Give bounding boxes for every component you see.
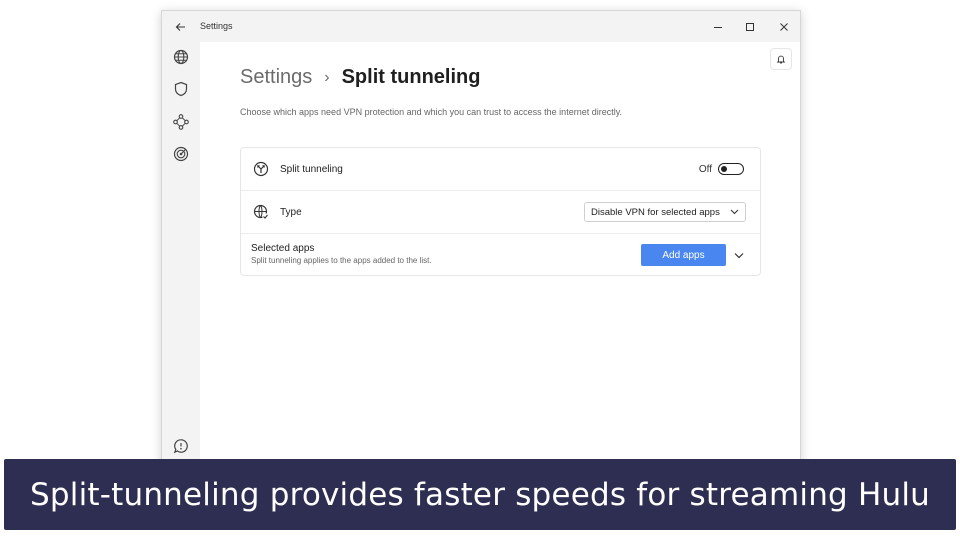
settings-content: Settings › Split tunneling Choose which … [200,42,800,473]
split-tunneling-toggle[interactable] [718,163,744,175]
notification-bell-icon[interactable] [770,48,792,70]
toggle-knob [721,165,727,172]
title-bar: Settings [162,11,800,42]
split-tunneling-row: Split tunneling Off [241,148,760,190]
type-globe-split-icon [251,202,271,222]
toggle-state-label: Off [698,163,712,175]
selected-apps-description: Split tunneling applies to the apps adde… [251,256,432,265]
globe-icon[interactable] [171,47,191,67]
shield-icon[interactable] [171,79,191,99]
back-arrow-icon[interactable] [173,19,189,35]
target-icon[interactable] [171,144,191,164]
minimize-icon[interactable] [708,17,728,37]
split-tunneling-toggle-group: Off [699,163,744,175]
page-title: Split tunneling [341,66,481,88]
split-tunneling-card: Split tunneling Off Type Disable VPN for… [240,147,761,276]
selected-apps-row: Selected apps Split tunneling applies to… [241,234,760,276]
close-icon[interactable] [774,17,794,37]
maximize-icon[interactable] [740,17,760,37]
type-selected-value: Disable VPN for selected apps [591,206,720,218]
selected-apps-text: Selected apps Split tunneling applies to… [251,243,432,265]
split-tunneling-label: Split tunneling [280,163,343,175]
sidebar [162,42,200,473]
split-tunneling-icon [251,159,271,179]
page-subtitle: Choose which apps need VPN protection an… [240,107,623,117]
settings-window: Settings Settings › Split tunneling Choo… [161,10,801,474]
support-chat-icon[interactable] [171,436,191,456]
add-apps-button[interactable]: Add apps [641,244,726,266]
caption-banner: Split-tunneling provides faster speeds f… [4,459,956,530]
type-label: Type [280,206,302,218]
caption-text: Split-tunneling provides faster speeds f… [30,476,930,513]
chevron-down-icon [730,207,739,218]
breadcrumb: Settings › Split tunneling [240,66,480,89]
selected-apps-title: Selected apps [251,243,315,254]
type-select[interactable]: Disable VPN for selected apps [584,202,746,222]
type-row: Type Disable VPN for selected apps [241,191,760,233]
mesh-network-icon[interactable] [171,112,191,132]
window-title: Settings [200,21,233,31]
expand-chevron-icon[interactable] [732,248,746,262]
breadcrumb-separator: › [324,68,330,86]
breadcrumb-settings-link[interactable]: Settings [240,66,312,89]
